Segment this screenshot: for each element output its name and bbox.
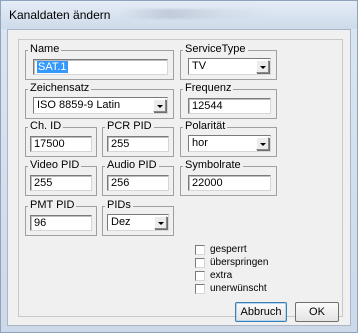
- audio-pid-label: Audio PID: [105, 159, 159, 172]
- checkbox-label: gesperrt: [210, 244, 247, 255]
- name-group: Name SAT.1: [25, 43, 174, 80]
- polaritaet-group: Polarität hor: [180, 120, 277, 157]
- pids-value: Dez: [111, 216, 131, 228]
- window-title: Kanaldaten ändern: [9, 8, 111, 22]
- pcr-pid-field[interactable]: 255: [107, 136, 169, 152]
- polaritaet-select[interactable]: hor: [188, 135, 271, 152]
- checkbox-ueberspringen[interactable]: überspringen: [195, 256, 268, 269]
- checkbox-unerwuenscht[interactable]: unerwünscht: [195, 282, 267, 295]
- pmt-pid-label: PMT PID: [28, 199, 77, 212]
- blurred-title-text: [119, 9, 269, 19]
- pids-group: PIDs Dez: [102, 199, 174, 236]
- frequenz-label: Frequenz: [183, 82, 234, 95]
- frequenz-field[interactable]: 12544: [188, 98, 271, 114]
- pids-label: PIDs: [105, 199, 133, 212]
- zeichensatz-group: Zeichensatz ISO 8859-9 Latin: [25, 82, 174, 119]
- zeichensatz-select[interactable]: ISO 8859-9 Latin: [33, 97, 168, 114]
- video-pid-field[interactable]: 255: [30, 175, 92, 191]
- cancel-button[interactable]: Abbruch: [235, 302, 287, 322]
- audio-pid-group: Audio PID 256: [102, 159, 174, 196]
- video-pid-group: Video PID 255: [25, 159, 97, 196]
- checkbox-gesperrt[interactable]: gesperrt: [195, 243, 247, 256]
- dialog-client-area: Name SAT.1 ServiceType TV Zeichensatz IS…: [7, 29, 351, 326]
- zeichensatz-value: ISO 8859-9 Latin: [37, 99, 121, 111]
- name-field[interactable]: SAT.1: [33, 59, 168, 75]
- checkbox-box[interactable]: [195, 270, 205, 281]
- polaritaet-label: Polarität: [183, 120, 228, 133]
- chevron-down-icon[interactable]: [153, 99, 166, 112]
- ch-id-group: Ch. ID 17500: [25, 120, 97, 157]
- name-label: Name: [28, 43, 62, 56]
- zeichensatz-label: Zeichensatz: [28, 82, 92, 95]
- name-value: SAT.1: [37, 61, 68, 73]
- dialog-window: Kanaldaten ändern Name SAT.1 ServiceType…: [0, 0, 358, 333]
- pmt-pid-field[interactable]: 96: [30, 215, 92, 231]
- ch-id-field[interactable]: 17500: [30, 136, 92, 152]
- checkbox-label: extra: [210, 270, 233, 281]
- symbolrate-label: Symbolrate: [183, 159, 243, 172]
- service-type-select[interactable]: TV: [188, 58, 271, 75]
- checkbox-box[interactable]: [195, 283, 205, 294]
- chevron-down-icon[interactable]: [154, 216, 167, 229]
- frequenz-group: Frequenz 12544: [180, 82, 277, 119]
- service-type-value: TV: [192, 60, 207, 72]
- pcr-pid-group: PCR PID 255: [102, 120, 174, 157]
- ch-id-label: Ch. ID: [28, 120, 64, 133]
- symbolrate-group: Symbolrate 22000: [180, 159, 277, 196]
- checkbox-label: unerwünscht: [210, 283, 267, 294]
- service-type-label: ServiceType: [183, 43, 248, 56]
- symbolrate-field[interactable]: 22000: [188, 175, 271, 191]
- pcr-pid-label: PCR PID: [105, 120, 154, 133]
- title-bar[interactable]: Kanaldaten ändern: [1, 1, 357, 29]
- audio-pid-field[interactable]: 256: [107, 175, 169, 191]
- checkbox-box[interactable]: [195, 257, 205, 268]
- ok-button[interactable]: OK: [295, 302, 339, 322]
- chevron-down-icon[interactable]: [256, 60, 269, 73]
- pmt-pid-group: PMT PID 96: [25, 199, 97, 236]
- checkbox-box[interactable]: [195, 244, 205, 255]
- form-panel: Name SAT.1 ServiceType TV Zeichensatz IS…: [18, 39, 343, 322]
- checkbox-extra[interactable]: extra: [195, 269, 232, 282]
- pids-select[interactable]: Dez: [107, 214, 169, 231]
- video-pid-label: Video PID: [28, 159, 82, 172]
- checkbox-label: überspringen: [210, 257, 269, 268]
- chevron-down-icon[interactable]: [256, 137, 269, 150]
- polaritaet-value: hor: [192, 137, 208, 149]
- service-type-group: ServiceType TV: [180, 43, 277, 80]
